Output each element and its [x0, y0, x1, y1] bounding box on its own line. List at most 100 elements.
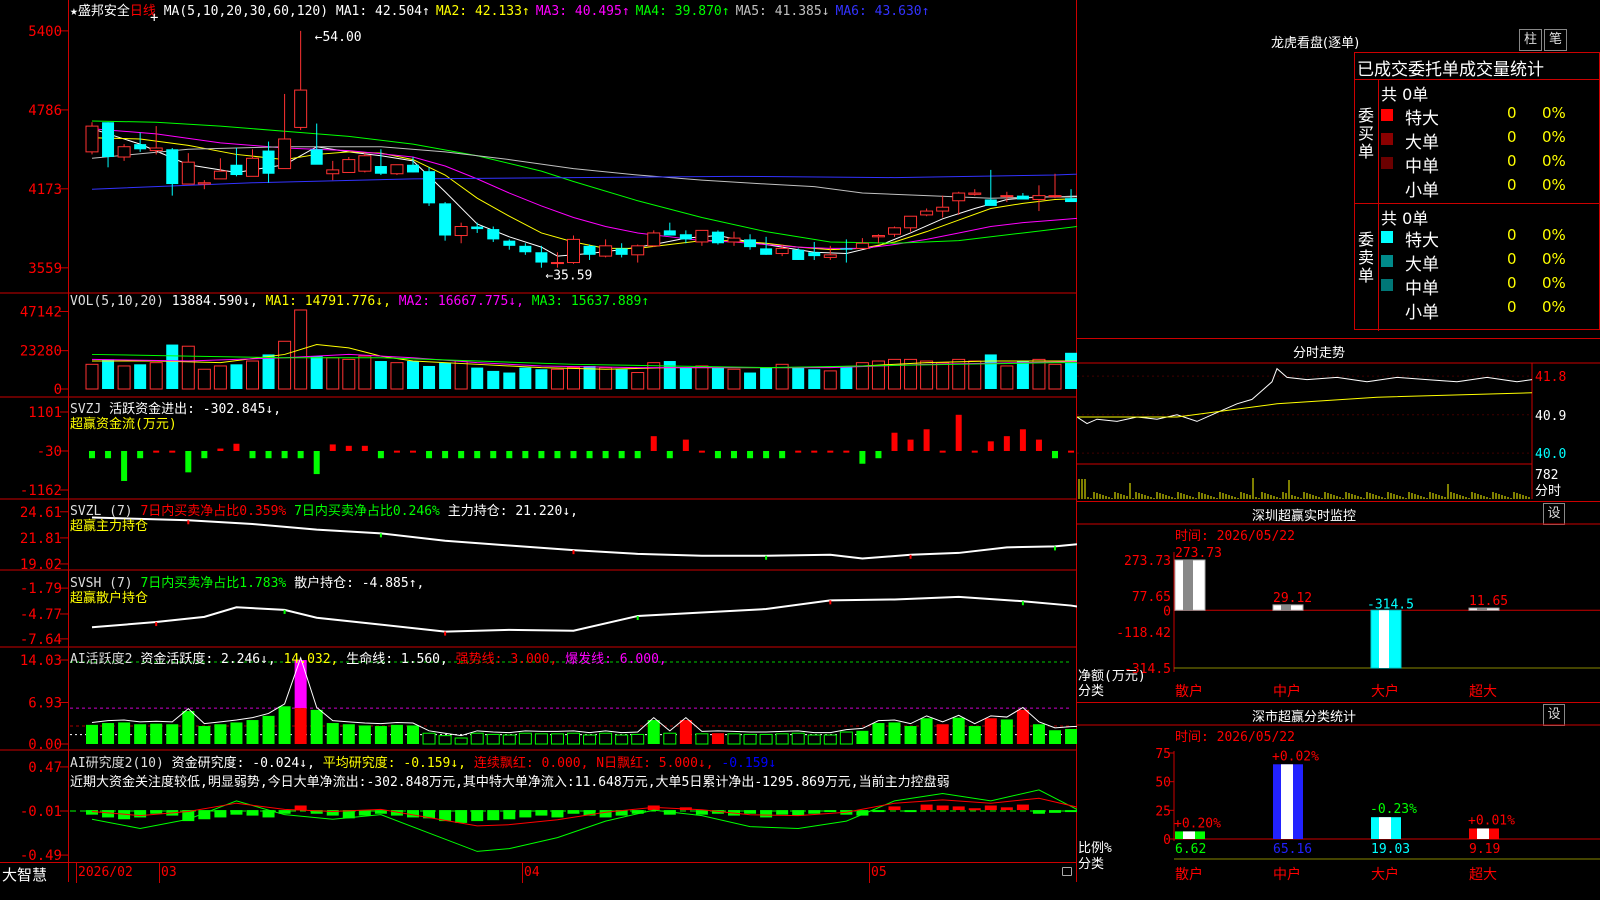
vol-bar	[102, 359, 115, 389]
candle-body	[246, 157, 259, 177]
ai1-bar	[470, 732, 484, 745]
vol-bar	[326, 357, 340, 390]
buy-v-2: 0	[1507, 152, 1517, 170]
vol-bar	[695, 365, 709, 390]
vol-bar	[342, 358, 356, 390]
candle-body	[454, 226, 468, 237]
candle-body	[230, 164, 243, 176]
ai1-bar	[326, 723, 339, 744]
sell-name-0: 特大	[1405, 231, 1439, 251]
svzj-bar	[763, 450, 770, 459]
buy-name-1: 大单	[1405, 133, 1439, 153]
ai1-bar	[567, 732, 580, 745]
time-label-3: 04	[524, 865, 540, 880]
bar-view-button[interactable]: 柱	[1519, 29, 1542, 51]
ai1-bar	[86, 724, 98, 744]
vol-bar	[310, 356, 323, 389]
time-axis: 大智慧 2026/02 03 04 05	[0, 862, 1077, 884]
intraday-tick-label: 40.9	[1535, 409, 1566, 424]
ai1-bar	[759, 733, 773, 745]
ai1-bar	[454, 737, 468, 745]
ai1-bar	[534, 733, 548, 745]
ai2-bar	[968, 808, 981, 811]
svzj-bar	[891, 432, 898, 451]
candle-body	[615, 248, 628, 255]
vol-bar	[423, 365, 436, 389]
svzl-tick-label: 24.61	[20, 505, 62, 521]
candle-body	[390, 164, 404, 175]
candle-body	[550, 262, 564, 265]
szcls-cat-2: 大户	[1371, 866, 1399, 882]
ai1-bar	[407, 725, 419, 744]
candle-body	[181, 161, 195, 185]
vol-bar	[454, 360, 468, 390]
szcls-bar-shade-0	[1183, 831, 1195, 839]
svzj-bar	[169, 450, 176, 453]
vol-ma2: MA2: 16667.775↓,	[398, 294, 524, 309]
vol-tick-label: 23280	[20, 344, 62, 360]
vol-bar	[278, 340, 292, 390]
ai1-bar	[214, 724, 227, 744]
svzj-bar	[1019, 429, 1026, 451]
vol-bar	[936, 362, 950, 390]
ai2-line-green	[91, 789, 1077, 852]
ai1-bar	[230, 722, 243, 744]
svzj-bar	[939, 450, 946, 453]
svzj-tick-label: -30	[37, 444, 62, 460]
ai1-bar	[166, 724, 179, 744]
candle-body	[840, 248, 853, 250]
ai1-bar	[550, 733, 564, 745]
candle-body	[647, 232, 661, 247]
ai1-bar	[904, 726, 917, 744]
vol-bar	[550, 368, 564, 390]
svzj-bar	[875, 450, 882, 459]
ai2-bar	[294, 805, 307, 811]
sell-p-2: 0%	[1542, 274, 1566, 292]
ai2-text: 近期大资金关注度较低,明显弱势,今日大单净流出:-302.848万元,其中特大单…	[70, 775, 950, 790]
ai1-bar	[118, 722, 131, 744]
svzj-bar	[458, 450, 465, 459]
sz-value-label-0: 273.73	[1175, 546, 1222, 561]
svzj-bar	[714, 450, 721, 459]
candle-body	[567, 238, 580, 264]
kline-area[interactable]: ★盛邦安全日线 MA(5,10,20,30,60,120) MA1: 42.50…	[0, 0, 1077, 884]
vol-bar	[840, 365, 853, 389]
svsh-mark	[155, 622, 158, 627]
buy-name-3: 小单	[1405, 181, 1439, 201]
vol-tick-label: 0	[54, 382, 62, 398]
svzj-bar	[426, 450, 433, 459]
svzj-bar	[747, 450, 754, 459]
buy-p-1: 0%	[1542, 128, 1566, 146]
svzj-tick-label: -1162	[20, 483, 62, 499]
svzj-bar	[859, 450, 866, 464]
svzj-bar	[361, 445, 368, 451]
svsh-tick-label: -4.77	[20, 607, 62, 623]
svzl-mark	[1054, 546, 1056, 551]
vol-bar	[262, 354, 275, 389]
svzj-bar	[1035, 439, 1042, 451]
candle-body	[695, 229, 709, 243]
ai1-bar	[262, 715, 275, 744]
candle-body	[1000, 195, 1014, 198]
svzj-bar	[377, 450, 384, 459]
ai1-bar	[1049, 730, 1061, 744]
buy-total: 共 0单	[1381, 85, 1429, 104]
ai1-bar	[438, 735, 452, 745]
price-tick-label: 4786	[28, 103, 62, 119]
intraday-svg: 41.8 40.9 40.0 782分时	[1077, 362, 1600, 499]
ai2-bar	[936, 805, 949, 811]
ai2-tick-label: -0.01	[20, 804, 62, 820]
svzj-bar	[586, 450, 593, 459]
sell-p-0: 0%	[1542, 226, 1566, 244]
intraday-panel[interactable]: 分时走势 41.8 40.9 40.0 782 分时	[1077, 339, 1600, 502]
sz-bottom-label: 净额(万元)	[1078, 669, 1146, 684]
szcls-value-3: 9.19	[1469, 842, 1500, 857]
candle-body	[358, 155, 372, 172]
ai1-header: AI活跃度2 资金活跃度: 2.246↓, 14.032, 生命线: 1.560…	[70, 648, 667, 667]
tick-view-button[interactable]: 笔	[1544, 29, 1567, 51]
ai1-bar	[422, 732, 436, 745]
svzj-bar	[506, 450, 513, 459]
sz-value-label-2: -314.5	[1367, 597, 1414, 612]
time-label-1: 2026/02	[78, 865, 133, 880]
lock-icon[interactable]	[1062, 867, 1072, 876]
